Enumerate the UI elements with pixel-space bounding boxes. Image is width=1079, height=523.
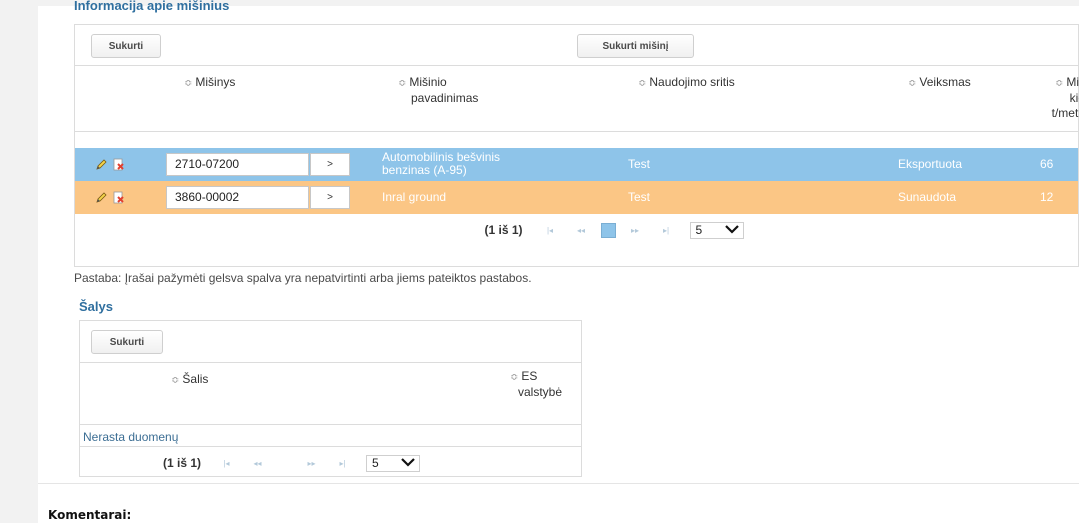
column-header-label: ES — [521, 369, 538, 383]
note-text: Pastaba: Įrašai pažymėti gelsva spalva y… — [74, 271, 532, 285]
column-header-label: kie — [1069, 91, 1079, 105]
sort-arrows-icon: ≎ — [638, 78, 647, 89]
table-row[interactable]: 2710-07200 > Automobilinis bešvinis benz… — [75, 148, 1078, 181]
pager-count: (1 iš 1) — [484, 223, 523, 237]
column-header-label: Šalis — [182, 372, 209, 386]
countries-header-row: ≎ Šalis ≎ ES valstybė — [80, 363, 581, 425]
column-header-label: Mišinys — [195, 75, 236, 89]
table-row[interactable]: 3860-00002 > Inral ground Test Sunaudota… — [75, 181, 1078, 214]
countries-section-title: Šalys — [79, 299, 113, 314]
sort-arrows-icon: ≎ — [908, 78, 917, 89]
column-header-veiksmas[interactable]: ≎ Veiksmas — [908, 75, 971, 91]
column-header-es-valstybe[interactable]: ≎ ES valstybė — [510, 369, 562, 400]
usage-area: Test — [628, 157, 651, 171]
rows-per-page-value: 5 — [695, 223, 703, 237]
sort-arrows-icon: ≎ — [184, 78, 193, 89]
pencil-icon[interactable] — [95, 191, 108, 207]
sort-arrows-icon: ≎ — [1054, 78, 1064, 89]
create-country-button[interactable]: Sukurti — [91, 330, 163, 354]
chevron-down-icon — [724, 223, 739, 237]
prev-page-icon[interactable]: ◂◂ — [570, 223, 593, 237]
mixture-code-field[interactable]: 3860-00002 — [166, 186, 309, 209]
sort-arrows-icon: ≎ — [510, 372, 519, 383]
mixtures-toolbar: Sukurti Sukurti mišinį — [75, 25, 1078, 66]
last-page-icon[interactable]: ▸| — [331, 456, 354, 470]
quantity-value: 66 — [1040, 157, 1054, 171]
mixture-name-line: benzinas (A-95) — [382, 163, 467, 177]
row-actions — [95, 191, 125, 207]
mixture-name-line: Automobilinis bešvinis — [382, 150, 501, 164]
comments-section: Komentarai: — [38, 483, 1079, 523]
comments-label: Komentarai: — [48, 508, 132, 522]
countries-toolbar: Sukurti — [80, 321, 581, 363]
chevron-down-icon — [401, 456, 415, 470]
next-page-icon[interactable]: ▸▸ — [624, 223, 647, 237]
next-page-icon[interactable]: ▸▸ — [300, 456, 323, 470]
column-header-naudojimo-sritis[interactable]: ≎ Naudojimo sritis — [638, 75, 735, 91]
mixtures-grid: Sukurti Sukurti mišinį ≎ Mišinys ≎ Mišinio… — [74, 24, 1079, 267]
select-code-button[interactable]: > — [310, 153, 350, 176]
column-header-misinys[interactable]: ≎ Mišinys — [184, 75, 235, 91]
rows-per-page-select[interactable]: 5 — [366, 454, 421, 472]
usage-area: Test — [628, 190, 651, 204]
empty-message: Nerasta duomenų — [80, 425, 581, 447]
delete-doc-icon[interactable] — [112, 158, 125, 174]
create-mixture-button[interactable]: Sukurti mišinį — [577, 34, 694, 58]
last-page-icon[interactable]: ▸| — [655, 223, 678, 237]
action-value: Eksportuota — [898, 157, 963, 171]
first-page-icon[interactable]: |◂ — [215, 456, 238, 470]
select-code-button[interactable]: > — [310, 186, 350, 209]
row-actions — [95, 158, 125, 174]
column-header-label: t/metu — [1051, 106, 1079, 120]
rows-per-page-value: 5 — [372, 456, 379, 470]
column-header-label: Miš — [1066, 75, 1079, 89]
prev-page-icon[interactable]: ◂◂ — [246, 456, 269, 470]
column-header-label: valstybė — [518, 385, 563, 399]
mixture-code-field[interactable]: 2710-07200 — [166, 153, 309, 176]
main-content: Informacija apie mišinius Sukurti Sukurt… — [38, 0, 1079, 483]
column-header-salis[interactable]: ≎ Šalis — [171, 372, 208, 388]
rows-per-page-select[interactable]: 5 — [689, 221, 744, 239]
countries-grid: Sukurti ≎ Šalis ≎ ES valstybė Nerasta duom… — [79, 320, 582, 477]
column-header-misinio-pavadinimas[interactable]: ≎ Mišinio pavadinimas — [398, 75, 478, 106]
delete-doc-icon[interactable] — [112, 191, 125, 207]
mixtures-section-title: Informacija apie mišinius — [74, 0, 230, 13]
column-header-label: Veiksmas — [919, 75, 971, 89]
page-1-button[interactable] — [600, 222, 616, 238]
countries-pager: (1 iš 1) |◂ ◂◂ ▸▸ ▸| 5 — [80, 447, 581, 479]
mixtures-pager: (1 iš 1) |◂ ◂◂ ▸▸ ▸| 5 — [75, 214, 1078, 246]
create-button[interactable]: Sukurti — [91, 34, 161, 58]
action-value: Sunaudota — [898, 190, 957, 204]
sort-arrows-icon: ≎ — [398, 78, 407, 89]
mixture-name: Automobilinis bešvinis benzinas (A-95) — [382, 151, 500, 177]
column-header-label: Naudojimo sritis — [649, 75, 735, 89]
quantity-value: 12 — [1040, 190, 1054, 204]
mixtures-header-row: ≎ Mišinys ≎ Mišinio pavadinimas ≎ Naudojimo… — [75, 66, 1079, 132]
pencil-icon[interactable] — [95, 158, 108, 174]
column-header-label: pavadinimas — [411, 91, 479, 105]
mixture-name: Inral ground — [382, 190, 447, 204]
column-header-label: Mišinio — [409, 75, 447, 89]
first-page-icon[interactable]: |◂ — [539, 223, 562, 237]
pager-count: (1 iš 1) — [163, 456, 202, 470]
column-header-kiekis[interactable]: ≎Miš kie t/metu — [1045, 75, 1079, 121]
sort-arrows-icon: ≎ — [171, 375, 180, 386]
